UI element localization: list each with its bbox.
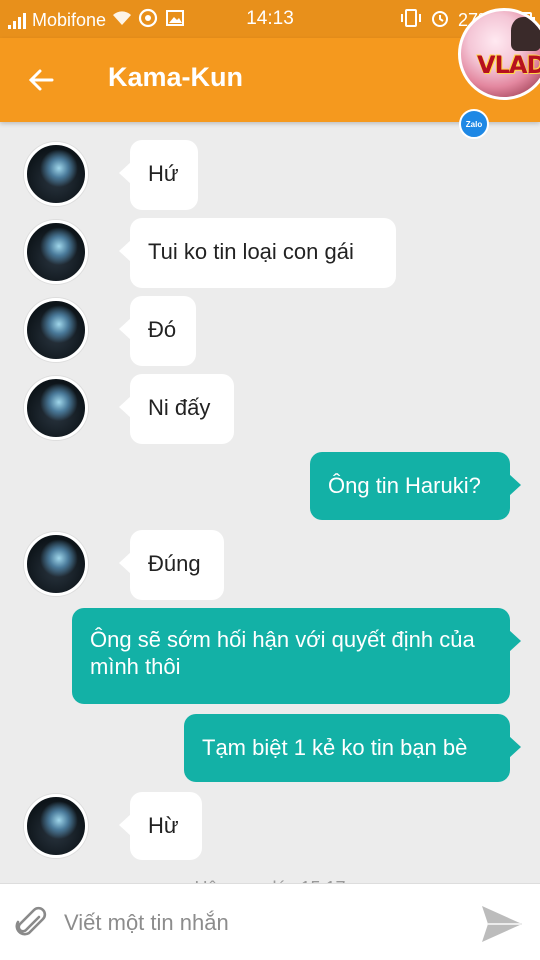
incoming-message[interactable]: Đó xyxy=(119,296,196,366)
outgoing-message[interactable]: Tạm biệt 1 kẻ ko tin bạn bè xyxy=(184,714,521,782)
incoming-message[interactable]: Tui ko tin loại con gái xyxy=(119,218,396,288)
composer xyxy=(0,884,540,960)
contact-avatar[interactable] xyxy=(24,376,88,440)
zalo-badge: Zalo xyxy=(459,109,489,139)
avatar-figure xyxy=(511,17,540,51)
send-icon[interactable] xyxy=(478,902,526,946)
incoming-message[interactable]: Ni đấy xyxy=(119,374,234,444)
vibrate-icon xyxy=(400,9,422,32)
incoming-message[interactable]: Hừ xyxy=(119,792,202,860)
outgoing-message[interactable]: Ông tin Haruki? xyxy=(310,452,521,520)
paperclip-icon[interactable] xyxy=(12,904,52,944)
contact-avatar[interactable] xyxy=(24,794,88,858)
contact-avatar[interactable] xyxy=(24,142,88,206)
contact-avatar[interactable] xyxy=(24,298,88,362)
contact-name[interactable]: Kama-Kun xyxy=(108,62,243,93)
avatar-logo-text: VLAD xyxy=(477,51,540,79)
alarm-icon xyxy=(430,8,450,33)
contact-avatar[interactable] xyxy=(24,220,88,284)
incoming-message[interactable]: Đúng xyxy=(119,530,224,600)
message-input[interactable] xyxy=(64,906,464,940)
chat-head-avatar[interactable]: VLAD xyxy=(458,8,540,100)
status-bar: Mobifone 14:13 27% xyxy=(0,0,540,38)
incoming-message[interactable]: Hứ xyxy=(119,140,198,210)
outgoing-message[interactable]: Ông sẽ sớm hối hận với quyết định của mì… xyxy=(72,608,521,704)
contact-avatar[interactable] xyxy=(24,532,88,596)
back-arrow-icon[interactable] xyxy=(24,62,60,98)
